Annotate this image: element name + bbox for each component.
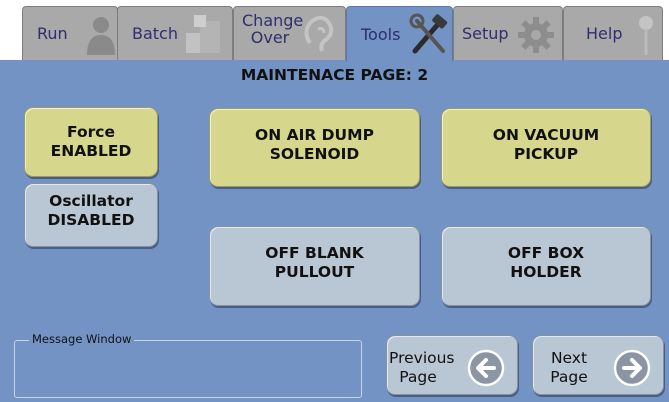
boxes-icon — [186, 15, 220, 53]
tab-bar: Run Batch Change Over Tools Setup Help — [0, 0, 669, 62]
tab-help-label: Help — [586, 24, 623, 43]
vacuum-pickup-button[interactable]: ON VACUUM PICKUP — [441, 108, 651, 187]
tab-help[interactable]: Help — [563, 6, 663, 60]
tab-change-over-label: Change Over — [242, 11, 304, 47]
box-holder-button[interactable]: OFF BOX HOLDER — [441, 226, 651, 306]
tab-setup[interactable]: Setup — [453, 6, 563, 60]
person-icon — [87, 17, 115, 55]
air-dump-solenoid-button[interactable]: ON AIR DUMP SOLENOID — [209, 108, 420, 187]
gear-icon — [518, 17, 554, 53]
blank-pullout-label: OFF BLANK PULLOUT — [265, 244, 364, 281]
pin-icon — [639, 16, 653, 55]
tab-tools-label: Tools — [361, 25, 401, 44]
page-title: MAINTENACE PAGE: 2 — [240, 66, 429, 84]
vacuum-pickup-label: ON VACUUM PICKUP — [492, 125, 600, 163]
oscillator-toggle-label: Oscillator DISABLED — [47, 192, 135, 229]
force-toggle-button[interactable]: Force ENABLED — [24, 107, 158, 177]
next-page-button[interactable]: Next Page — [532, 335, 664, 395]
oscillator-toggle-button[interactable]: Oscillator DISABLED — [24, 183, 158, 247]
message-window-label: Message Window — [29, 332, 135, 346]
tab-run[interactable]: Run — [22, 6, 118, 60]
force-toggle-label: Force ENABLED — [50, 123, 132, 160]
box-holder-label: OFF BOX HOLDER — [507, 244, 585, 281]
previous-page-button[interactable]: Previous Page — [386, 335, 518, 395]
blank-pullout-button[interactable]: OFF BLANK PULLOUT — [209, 226, 420, 306]
tab-batch[interactable]: Batch — [117, 6, 233, 60]
tab-tools[interactable]: Tools — [346, 6, 453, 62]
tab-change-over[interactable]: Change Over — [233, 6, 346, 60]
previous-page-label: Previous Page — [389, 349, 455, 386]
tab-setup-label: Setup — [462, 24, 509, 43]
tab-run-label: Run — [37, 24, 68, 43]
air-dump-solenoid-label: ON AIR DUMP SOLENOID — [255, 125, 374, 163]
arrow-left-icon — [467, 349, 505, 387]
arrow-right-icon — [613, 349, 651, 387]
ear-icon — [304, 15, 334, 52]
tab-batch-label: Batch — [132, 24, 178, 43]
tools-icon — [409, 13, 448, 54]
next-page-label: Next Page — [550, 349, 588, 386]
message-window: Message Window — [14, 332, 362, 398]
